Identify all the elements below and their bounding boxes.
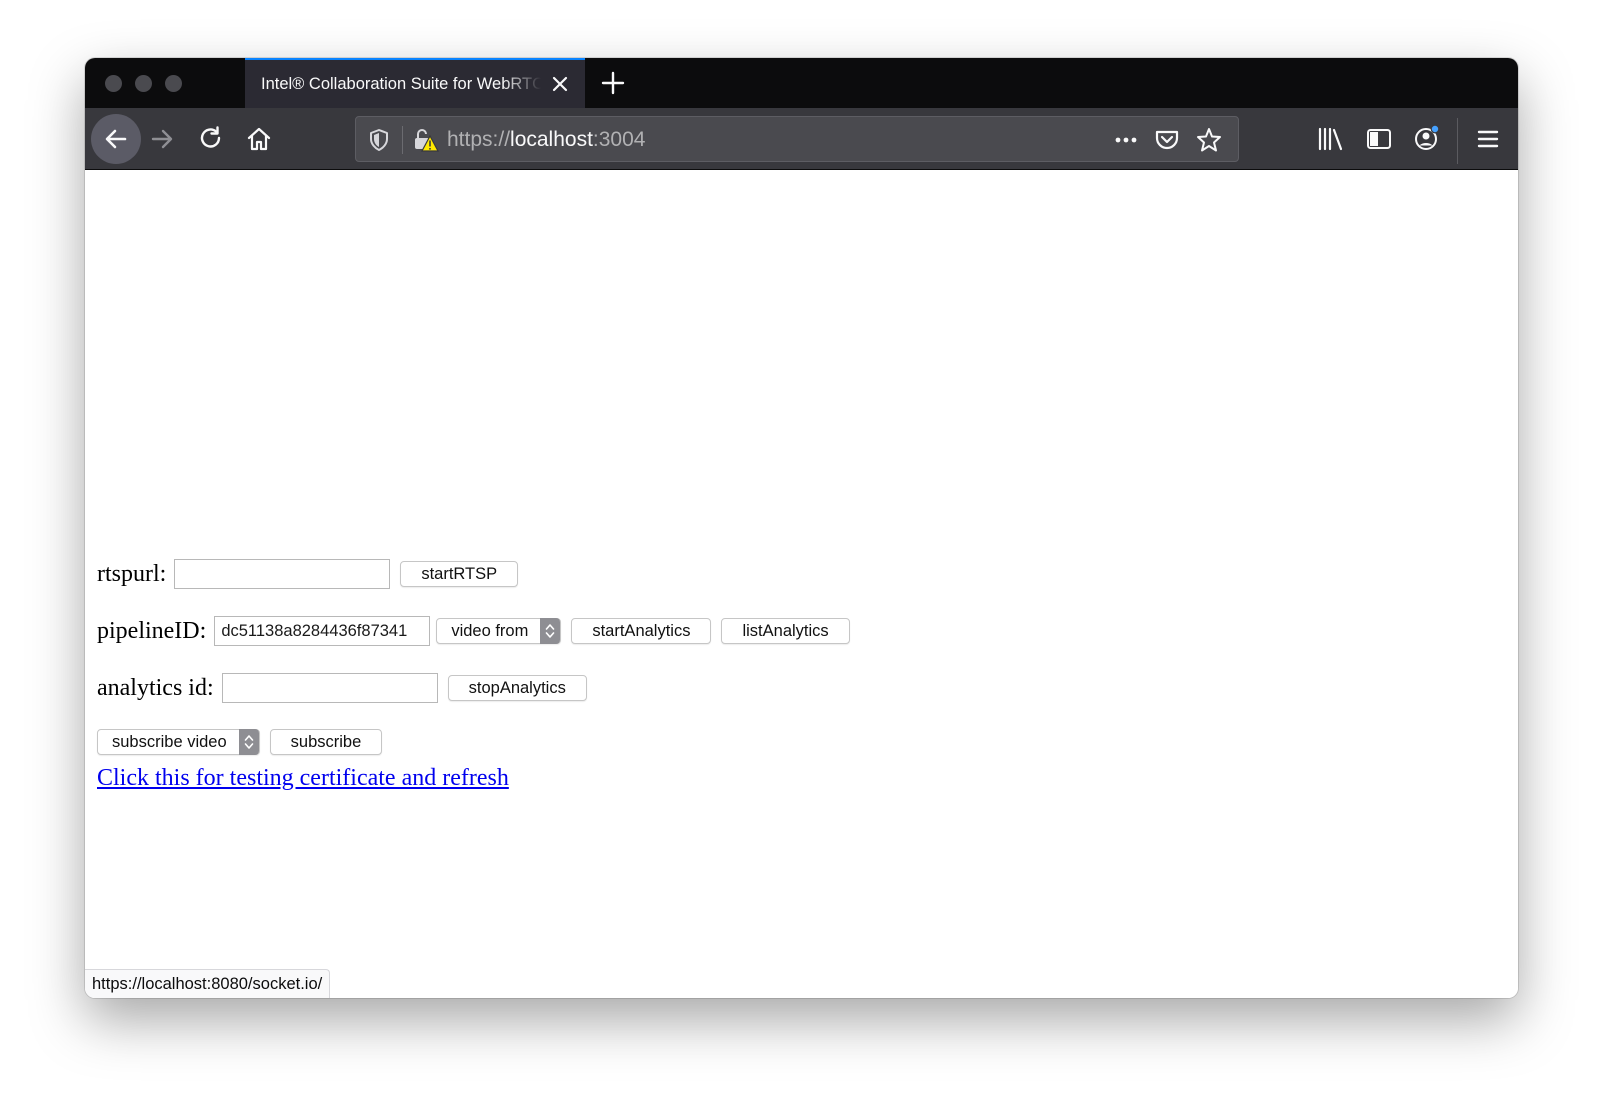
subscribe-button[interactable]: subscribe	[269, 729, 383, 755]
start-rtsp-button[interactable]: startRTSP	[400, 561, 519, 587]
bookmark-star-icon[interactable]	[1195, 126, 1223, 154]
account-button[interactable]	[1410, 122, 1444, 156]
start-analytics-button[interactable]: startAnalytics	[571, 618, 712, 644]
analytics-id-input[interactable]	[221, 673, 438, 703]
video-from-selected-value: video from	[451, 622, 529, 640]
navigation-toolbar: https://localhost:3004	[85, 108, 1518, 170]
library-icon	[1318, 127, 1343, 151]
sidebar-button[interactable]	[1362, 122, 1396, 156]
tab-active[interactable]: Intel® Collaboration Suite for WebRTC	[245, 58, 585, 108]
stop-analytics-button[interactable]: stopAnalytics	[447, 675, 587, 701]
url-scheme: https://	[447, 128, 511, 151]
subscribe-row: subscribe video subscribe	[97, 726, 383, 758]
rtsp-url-input[interactable]	[174, 559, 391, 589]
forward-button[interactable]	[145, 122, 179, 156]
reload-icon	[200, 126, 221, 148]
tab-bar: Intel® Collaboration Suite for WebRTC	[85, 58, 1518, 108]
status-bar: https://localhost:8080/socket.io/	[85, 969, 331, 998]
browser-window: Intel® Collaboration Suite for WebRTC ht…	[85, 58, 1518, 998]
insecure-lock-warning-icon[interactable]	[412, 127, 440, 153]
reload-button[interactable]	[194, 122, 228, 156]
pocket-icon[interactable]	[1153, 126, 1181, 154]
toolbar-separator	[1457, 118, 1458, 164]
tab-title: Intel® Collaboration Suite for WebRTC	[261, 75, 541, 93]
home-icon	[247, 127, 271, 151]
forward-arrow-icon	[151, 129, 173, 149]
rtsp-row: rtspurl: startRTSP	[97, 558, 519, 590]
test-certificate-link[interactable]: Click this for testing certificate and r…	[97, 765, 509, 792]
back-arrow-icon	[105, 129, 127, 149]
analytics-id-label: analytics id:	[97, 674, 214, 701]
minimize-window-button[interactable]	[135, 75, 152, 92]
video-from-select[interactable]: video from	[436, 618, 562, 644]
hamburger-menu-icon	[1477, 130, 1499, 148]
zoom-window-button[interactable]	[165, 75, 182, 92]
plus-icon[interactable]	[600, 70, 626, 96]
page-content: rtspurl: startRTSP pipelineID: video fro…	[85, 170, 1518, 998]
pipeline-row: pipelineID: video from startAnalytics li…	[97, 615, 850, 647]
subscribe-video-selected-value: subscribe video	[112, 733, 227, 751]
subscribe-video-select[interactable]: subscribe video	[97, 729, 260, 755]
page-actions-ellipsis-icon[interactable]	[1112, 128, 1140, 152]
list-analytics-button[interactable]: listAnalytics	[721, 618, 850, 644]
select-arrows-icon	[238, 729, 259, 755]
select-arrows-icon	[540, 618, 561, 644]
analytics-id-row: analytics id: stopAnalytics	[97, 672, 587, 704]
url-bar[interactable]: https://localhost:3004	[355, 116, 1239, 162]
home-button[interactable]	[242, 122, 276, 156]
menu-button[interactable]	[1471, 122, 1505, 156]
account-icon	[1415, 124, 1440, 150]
url-bar-separator	[402, 126, 403, 154]
url-port: :3004	[592, 128, 646, 151]
url-host: localhost	[510, 128, 593, 151]
pipeline-id-input[interactable]	[214, 616, 431, 646]
close-window-button[interactable]	[105, 75, 122, 92]
tracking-shield-icon[interactable]	[368, 128, 390, 152]
back-button[interactable]	[91, 114, 141, 164]
close-icon[interactable]	[549, 73, 571, 95]
rtsp-url-label: rtspurl:	[97, 560, 167, 587]
pipeline-id-label: pipelineID:	[97, 617, 207, 644]
sidebar-icon	[1367, 129, 1391, 149]
url-text[interactable]: https://localhost:3004	[447, 128, 645, 152]
library-button[interactable]	[1314, 122, 1348, 156]
